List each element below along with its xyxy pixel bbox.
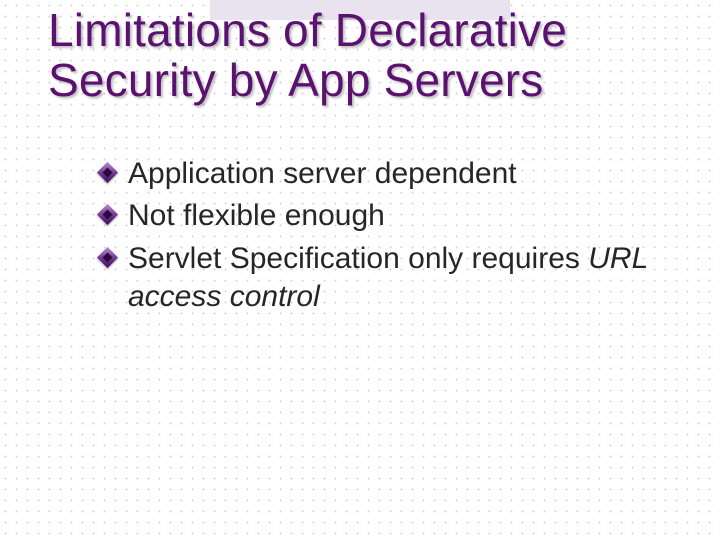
list-item: Not flexible enough — [100, 197, 670, 235]
bullet-text: Application server dependent — [128, 157, 517, 190]
slide: Limitations of Declarative Security by A… — [0, 0, 720, 540]
slide-title: Limitations of Declarative Security by A… — [48, 6, 680, 105]
bullet-text: Not flexible enough — [128, 199, 385, 232]
slide-body: Application server dependent Not flexibl… — [100, 155, 670, 321]
diamond-bullet-icon — [100, 165, 115, 180]
diamond-bullet-icon — [100, 250, 115, 265]
list-item: Servlet Specification only requires URL … — [100, 240, 670, 317]
bullet-text: Servlet Specification only requires — [128, 242, 588, 275]
list-item: Application server dependent — [100, 155, 670, 193]
diamond-bullet-icon — [100, 207, 115, 222]
